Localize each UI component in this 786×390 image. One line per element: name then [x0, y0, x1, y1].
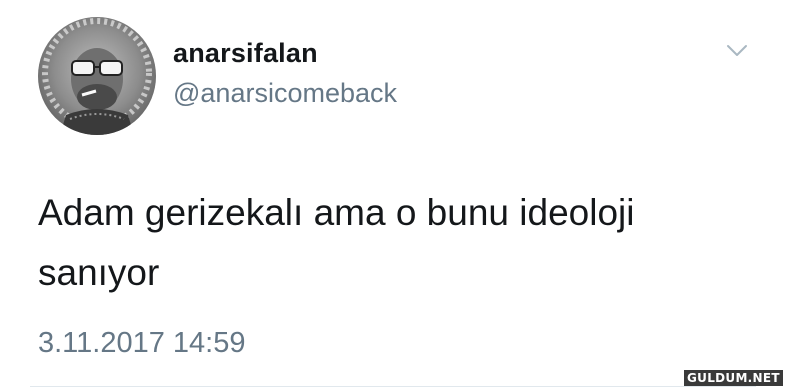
user-handle[interactable]: @anarsicomeback — [173, 78, 397, 109]
tweet-timestamp[interactable]: 3.11.2017 14:59 — [38, 327, 246, 360]
tweet-text-line-1: Adam gerizekalı ama o bunu ideoloji — [38, 192, 635, 233]
tweet-text-line-2: sanıyor — [38, 252, 160, 293]
watermark: GULDUM.NET — [684, 370, 783, 386]
tweet-card: anarsifalan @anarsicomeback Adam gerizek… — [0, 0, 786, 390]
chevron-down-icon[interactable] — [726, 44, 748, 58]
divider — [30, 386, 756, 387]
avatar[interactable] — [38, 17, 156, 135]
tweet-text: Adam gerizekalı ama o bunu ideoloji sanı… — [38, 183, 738, 303]
display-name[interactable]: anarsifalan — [173, 38, 318, 69]
